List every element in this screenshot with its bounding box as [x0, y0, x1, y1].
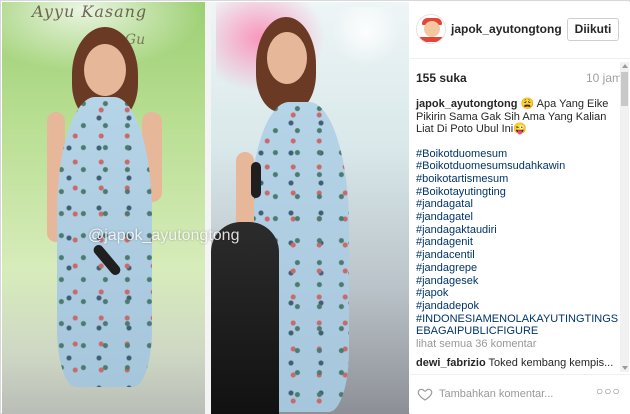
comment-username-link[interactable]: dewi_fabrizio [416, 357, 486, 369]
hashtag-link[interactable]: #jandagenit [416, 236, 619, 249]
post-stats: 155 suka 10 jam [416, 71, 622, 87]
heart-icon[interactable] [417, 386, 433, 402]
add-comment-input[interactable] [439, 386, 589, 402]
instagram-post-window: Ayyu Kasang k Gu @japok_ayutongtong japo… [0, 0, 630, 414]
hashtag-link[interactable]: #jandagatel [416, 211, 619, 224]
photo-banner-text: Ayyu Kasang [32, 2, 148, 21]
post-photo[interactable]: Ayyu Kasang k Gu @japok_ayutongtong [2, 2, 409, 414]
more-options-icon[interactable]: ○○○ [596, 384, 621, 398]
post-details-panel: japok_ayutongtong Diikuti 155 suka 10 ja… [410, 2, 630, 414]
hashtag-link[interactable]: #jandadepok [416, 300, 619, 313]
hashtag-link[interactable]: #jandagaktaudiri [416, 224, 619, 237]
hashtag-link[interactable]: #jandagrepe [416, 262, 619, 275]
post-timestamp[interactable]: 10 jam [586, 71, 622, 85]
following-button[interactable]: Diikuti [567, 18, 619, 41]
photo-background-person [211, 222, 279, 414]
photo-left-panel: Ayyu Kasang k Gu [2, 2, 205, 414]
avatar-face [424, 21, 440, 37]
photo-window-light [331, 7, 401, 67]
hashtag-link[interactable]: #Boikotduomesumsudahkawin [416, 160, 619, 173]
avatar[interactable] [416, 14, 446, 44]
caption-username-link[interactable]: japok_ayutongtong [416, 98, 517, 110]
hashtag-link[interactable]: #INDONESIAMENOLAKAYUTINGTINGSEBAGAIPUBLI… [416, 313, 619, 338]
post-caption: japok_ayutongtong 😩 Apa Yang Eike Pikiri… [416, 98, 619, 338]
hashtag-link[interactable]: #Boikotduomesum [416, 148, 619, 161]
comment-text: Toked kembang kempis... [488, 357, 614, 369]
photo-right-face [267, 32, 307, 84]
hashtag-link[interactable]: #jandacentil [416, 249, 619, 262]
view-all-comments-link[interactable]: lihat semua 36 komentar [416, 338, 536, 350]
hashtag-link[interactable]: #jandagatal [416, 198, 619, 211]
post-footer: ○○○ [410, 374, 630, 414]
scroll-thumb[interactable] [621, 72, 628, 106]
comment-item: dewi_fabrizio Toked kembang kempis... [416, 357, 619, 369]
likes-count[interactable]: 155 suka [416, 71, 467, 85]
scroll-down-arrow-icon[interactable] [622, 366, 628, 370]
avatar-label [419, 37, 445, 42]
header-username-link[interactable]: japok_ayutongtong [451, 22, 562, 36]
scroll-up-arrow-icon[interactable] [622, 64, 628, 68]
hashtag-link[interactable]: #Boikotayutingting [416, 186, 619, 199]
hashtag-list: #Boikotduomesum #Boikotduomesumsudahkawi… [416, 148, 619, 339]
photo-watermark: @japok_ayutongtong [88, 227, 240, 244]
hashtag-link[interactable]: #boikotartismesum [416, 173, 619, 186]
hashtag-link[interactable]: #jandagesek [416, 275, 619, 288]
photo-left-face [84, 44, 126, 96]
caption-scrollbar[interactable] [620, 62, 629, 372]
photo-right-microphone [251, 162, 261, 198]
hashtag-link[interactable]: #japok [416, 287, 619, 300]
post-header: japok_ayutongtong Diikuti [410, 2, 630, 59]
